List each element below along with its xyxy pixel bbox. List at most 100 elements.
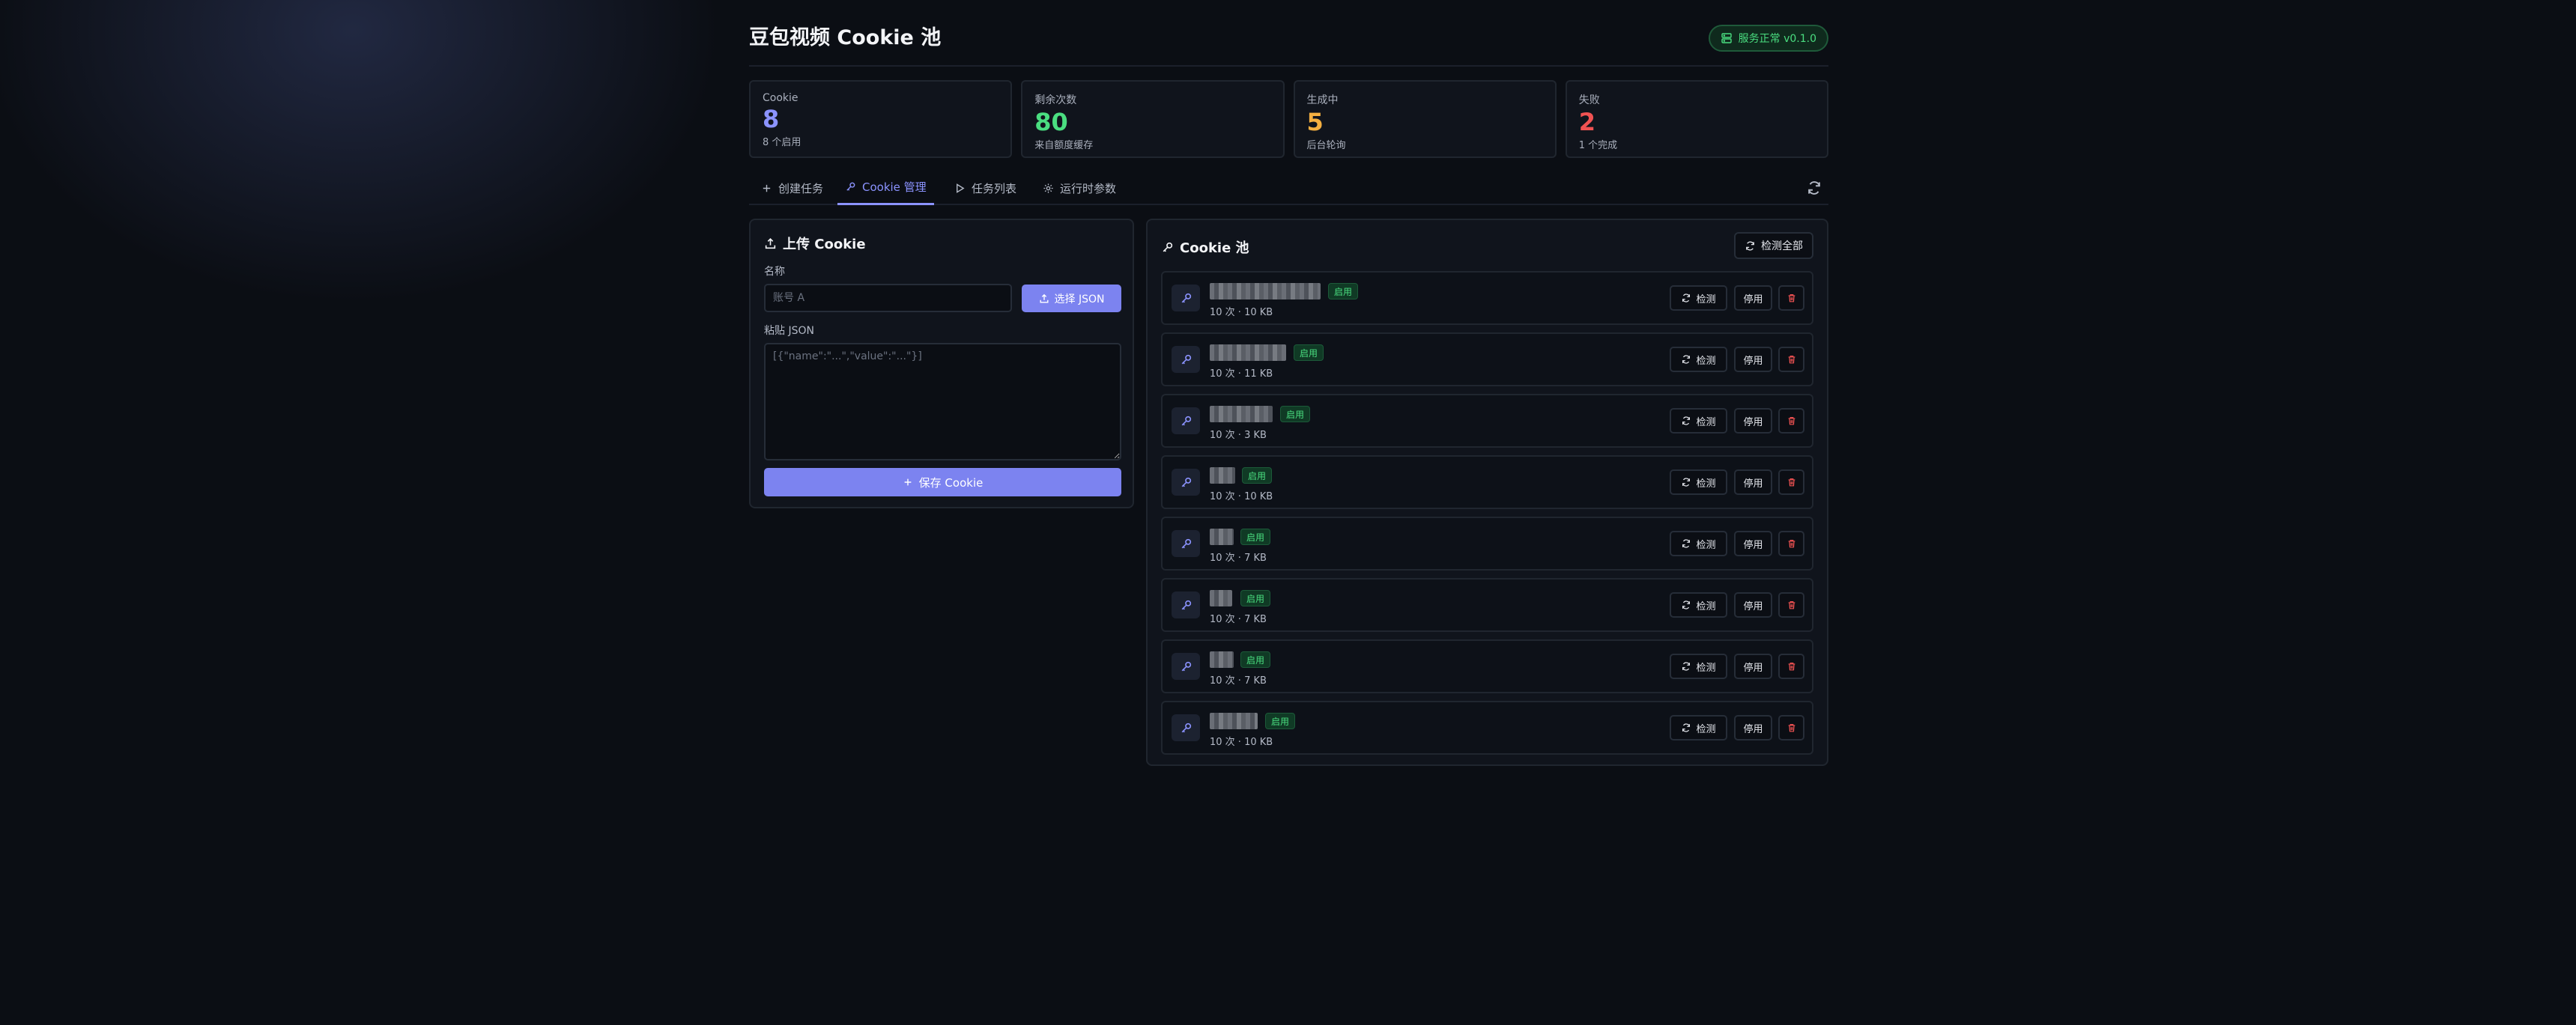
delete-button[interactable]: [1778, 592, 1804, 618]
check-label: 检测: [1696, 478, 1716, 490]
delete-button[interactable]: [1778, 408, 1804, 434]
cookie-name-redacted: [1210, 283, 1321, 299]
stat-value: 5: [1306, 108, 1324, 136]
stat-sub: 后台轮询: [1306, 140, 1346, 151]
disable-button[interactable]: 停用: [1734, 469, 1772, 495]
tab-create-task[interactable]: 创建任务: [754, 171, 831, 205]
tab-cookie-management[interactable]: Cookie 管理: [837, 171, 934, 205]
cookie-name-redacted: [1210, 713, 1258, 729]
name-input[interactable]: [764, 284, 1012, 312]
choose-json-button[interactable]: 选择 JSON: [1022, 285, 1121, 312]
cookie-meta: 10 次 · 7 KB: [1210, 614, 1267, 625]
refresh-icon: [1746, 241, 1754, 250]
disable-button[interactable]: 停用: [1734, 592, 1772, 618]
delete-button[interactable]: [1778, 347, 1804, 372]
stat-card-remaining: 剩余次数 80 来自额度缓存: [1021, 80, 1285, 158]
name-label: 名称: [764, 266, 785, 278]
cookie-meta: 10 次 · 10 KB: [1210, 307, 1273, 318]
stat-label: Cookie: [763, 92, 798, 104]
stat-label: 失败: [1578, 94, 1600, 106]
stat-sub: 1 个完成: [1578, 140, 1618, 151]
refresh-icon: [1682, 600, 1691, 609]
disable-button[interactable]: 停用: [1734, 654, 1772, 679]
check-button[interactable]: 检测: [1670, 715, 1727, 740]
key-icon: [1163, 242, 1173, 252]
check-button[interactable]: 检测: [1670, 408, 1727, 434]
check-label: 检测: [1696, 662, 1716, 674]
disable-button[interactable]: 停用: [1734, 347, 1772, 372]
status-badge: 启用: [1280, 406, 1311, 422]
choose-json-label: 选择 JSON: [1054, 293, 1105, 305]
status-badge: 启用: [1294, 344, 1324, 361]
stat-card-failed: 失败 2 1 个完成: [1565, 80, 1828, 158]
refresh-icon: [1682, 293, 1691, 302]
delete-button[interactable]: [1778, 469, 1804, 495]
trash-icon: [1788, 356, 1795, 364]
disable-button[interactable]: 停用: [1734, 531, 1772, 556]
disable-button[interactable]: 停用: [1734, 285, 1772, 311]
tab-runtime-params[interactable]: 运行时参数: [1035, 171, 1124, 205]
disable-button[interactable]: 停用: [1734, 715, 1772, 740]
plus-icon: [904, 478, 912, 486]
json-textarea[interactable]: [764, 343, 1121, 460]
cookie-meta: 10 次 · 10 KB: [1210, 491, 1273, 502]
cookie-name-redacted: [1210, 651, 1234, 668]
key-icon: [1172, 469, 1200, 496]
key-icon: [1172, 346, 1200, 373]
page-title: 豆包视频 Cookie 池: [749, 26, 942, 49]
trash-icon: [1788, 417, 1795, 425]
cookie-meta: 10 次 · 10 KB: [1210, 737, 1273, 748]
tab-task-list[interactable]: 任务列表: [947, 171, 1024, 205]
cookie-name-redacted: [1210, 467, 1235, 484]
disable-button[interactable]: 停用: [1734, 408, 1772, 434]
upload-panel-title: 上传 Cookie: [764, 234, 866, 253]
check-label: 检测: [1696, 539, 1716, 551]
delete-button[interactable]: [1778, 285, 1804, 311]
stat-card-cookie: Cookie 8 8 个启用: [749, 80, 1013, 158]
key-icon: [1172, 653, 1200, 680]
cookie-row: 启用 10 次 · 10 KB 检测 停用: [1161, 455, 1813, 509]
key-icon: [1172, 407, 1200, 434]
stat-card-generating: 生成中 5 后台轮询: [1293, 80, 1557, 158]
cookie-row: 启用 10 次 · 10 KB 检测 停用: [1161, 701, 1813, 755]
upload-icon: [1040, 293, 1049, 303]
check-all-button[interactable]: 检测全部: [1734, 232, 1813, 259]
trash-icon: [1788, 724, 1795, 732]
trash-icon: [1788, 294, 1795, 302]
cookie-meta: 10 次 · 7 KB: [1210, 675, 1267, 687]
key-icon: [846, 182, 855, 191]
delete-button[interactable]: [1778, 654, 1804, 679]
stat-label: 生成中: [1306, 94, 1339, 106]
save-cookie-button[interactable]: 保存 Cookie: [764, 468, 1121, 496]
check-button[interactable]: 检测: [1670, 654, 1727, 679]
refresh-icon: [1682, 723, 1691, 732]
check-button[interactable]: 检测: [1670, 531, 1727, 556]
check-label: 检测: [1696, 723, 1716, 735]
stat-value: 8: [763, 105, 780, 133]
pool-title-text: Cookie 池: [1180, 240, 1249, 256]
check-label: 检测: [1696, 293, 1716, 305]
refresh-icon: [1682, 416, 1691, 425]
check-button[interactable]: 检测: [1670, 285, 1727, 311]
tab-label: 创建任务: [778, 181, 824, 195]
refresh-icon[interactable]: [1806, 180, 1822, 196]
check-button[interactable]: 检测: [1670, 469, 1727, 495]
refresh-icon: [1682, 539, 1691, 548]
delete-button[interactable]: [1778, 715, 1804, 740]
server-icon: [1721, 33, 1732, 43]
cookie-row: 启用 10 次 · 7 KB 检测 停用: [1161, 578, 1813, 632]
plus-icon: [763, 184, 771, 192]
header: 豆包视频 Cookie 池 服务正常 v0.1.0: [749, 0, 1828, 67]
cookie-name-redacted: [1210, 344, 1286, 361]
save-cookie-label: 保存 Cookie: [918, 475, 984, 490]
app-container: 豆包视频 Cookie 池 服务正常 v0.1.0 Cookie 8 8 个启用…: [749, 0, 1828, 1025]
trash-icon: [1788, 540, 1795, 548]
cookie-name-redacted: [1210, 529, 1234, 545]
cookie-row: 启用 10 次 · 3 KB 检测 停用: [1161, 394, 1813, 448]
trash-icon: [1788, 478, 1795, 487]
delete-button[interactable]: [1778, 531, 1804, 556]
check-button[interactable]: 检测: [1670, 347, 1727, 372]
check-label: 检测: [1696, 600, 1716, 612]
check-button[interactable]: 检测: [1670, 592, 1727, 618]
check-label: 检测: [1696, 355, 1716, 367]
